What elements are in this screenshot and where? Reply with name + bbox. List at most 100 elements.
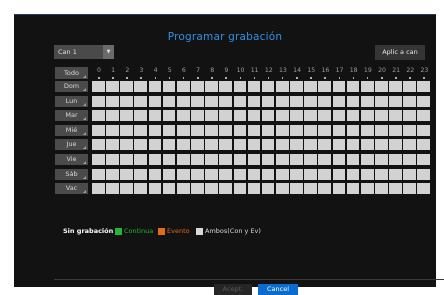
schedule-cell[interactable] — [162, 110, 176, 122]
schedule-cell[interactable] — [233, 124, 247, 136]
schedule-cell[interactable] — [290, 124, 303, 136]
schedule-cell[interactable] — [176, 183, 190, 195]
hour-label[interactable]: 7 — [191, 67, 205, 74]
schedule-cell[interactable] — [106, 81, 119, 92]
schedule-cell[interactable] — [346, 139, 360, 151]
schedule-cell[interactable] — [106, 183, 119, 195]
schedule-cell[interactable] — [134, 81, 148, 92]
day-row-button[interactable]: Vie — [55, 154, 88, 165]
schedule-cell[interactable] — [275, 95, 289, 107]
hour-label[interactable]: 8 — [205, 67, 219, 74]
schedule-cell[interactable] — [389, 183, 402, 195]
schedule-cell[interactable] — [318, 168, 332, 180]
schedule-cell[interactable] — [403, 183, 416, 195]
schedule-cell[interactable] — [134, 139, 148, 151]
hour-label[interactable]: 4 — [149, 67, 163, 74]
schedule-cell[interactable] — [417, 168, 431, 180]
schedule-cell[interactable] — [360, 95, 374, 107]
schedule-cell[interactable] — [275, 124, 289, 136]
hour-label[interactable]: 17 — [333, 67, 347, 74]
schedule-cell[interactable] — [318, 183, 332, 195]
schedule-cell[interactable] — [403, 124, 416, 136]
schedule-cell[interactable] — [375, 154, 388, 165]
schedule-cell[interactable] — [304, 168, 317, 180]
schedule-cell[interactable] — [205, 168, 218, 180]
hour-label[interactable]: 1 — [106, 67, 120, 74]
schedule-cell[interactable] — [162, 183, 176, 195]
schedule-cell[interactable] — [120, 139, 133, 151]
schedule-cell[interactable] — [219, 124, 233, 136]
hour-label[interactable]: 11 — [248, 67, 262, 74]
schedule-cell[interactable] — [106, 139, 119, 151]
schedule-cell[interactable] — [148, 81, 162, 92]
schedule-cell[interactable] — [304, 81, 317, 92]
schedule-cell[interactable] — [318, 110, 332, 122]
hour-label[interactable]: 15 — [304, 67, 318, 74]
schedule-cell[interactable] — [92, 110, 105, 122]
day-row-button[interactable]: Jue — [55, 139, 88, 151]
hour-label[interactable]: 16 — [318, 67, 332, 74]
schedule-cell[interactable] — [332, 95, 346, 107]
schedule-cell[interactable] — [134, 183, 148, 195]
schedule-cell[interactable] — [389, 139, 402, 151]
schedule-cell[interactable] — [403, 139, 416, 151]
day-row-button[interactable]: Lun — [55, 95, 88, 107]
schedule-cell[interactable] — [290, 139, 303, 151]
all-days-button[interactable]: Todo — [55, 67, 88, 79]
schedule-cell[interactable] — [106, 154, 119, 165]
schedule-cell[interactable] — [176, 139, 190, 151]
schedule-cell[interactable] — [389, 110, 402, 122]
schedule-cell[interactable] — [148, 168, 162, 180]
schedule-cell[interactable] — [375, 168, 388, 180]
schedule-cell[interactable] — [403, 154, 416, 165]
schedule-cell[interactable] — [304, 154, 317, 165]
schedule-cell[interactable] — [332, 110, 346, 122]
schedule-cell[interactable] — [360, 154, 374, 165]
schedule-cell[interactable] — [375, 124, 388, 136]
schedule-cell[interactable] — [389, 124, 402, 136]
schedule-cell[interactable] — [360, 183, 374, 195]
schedule-cell[interactable] — [233, 110, 247, 122]
schedule-cell[interactable] — [275, 154, 289, 165]
schedule-cell[interactable] — [191, 95, 204, 107]
hour-label[interactable]: 22 — [403, 67, 417, 74]
schedule-cell[interactable] — [176, 110, 190, 122]
hour-label[interactable]: 6 — [177, 67, 191, 74]
schedule-cell[interactable] — [261, 183, 275, 195]
day-row-button[interactable]: Dom — [55, 81, 88, 92]
schedule-cell[interactable] — [219, 95, 233, 107]
schedule-cell[interactable] — [162, 168, 176, 180]
schedule-cell[interactable] — [261, 168, 275, 180]
schedule-cell[interactable] — [332, 124, 346, 136]
schedule-cell[interactable] — [332, 183, 346, 195]
schedule-cell[interactable] — [346, 110, 360, 122]
schedule-cell[interactable] — [134, 110, 148, 122]
schedule-cell[interactable] — [92, 168, 105, 180]
schedule-cell[interactable] — [332, 154, 346, 165]
schedule-cell[interactable] — [375, 183, 388, 195]
schedule-cell[interactable] — [332, 139, 346, 151]
schedule-cell[interactable] — [290, 110, 303, 122]
schedule-cell[interactable] — [304, 95, 317, 107]
schedule-cell[interactable] — [290, 81, 303, 92]
hour-label[interactable]: 3 — [134, 67, 148, 74]
schedule-cell[interactable] — [417, 81, 431, 92]
schedule-cell[interactable] — [332, 81, 346, 92]
schedule-cell[interactable] — [92, 183, 105, 195]
apply-to-channel-button[interactable]: Aplic a can — [375, 45, 425, 60]
schedule-cell[interactable] — [120, 95, 133, 107]
schedule-cell[interactable] — [176, 124, 190, 136]
hour-label[interactable]: 18 — [347, 67, 361, 74]
schedule-cell[interactable] — [389, 81, 402, 92]
schedule-cell[interactable] — [219, 139, 233, 151]
schedule-cell[interactable] — [375, 81, 388, 92]
schedule-cell[interactable] — [290, 95, 303, 107]
schedule-cell[interactable] — [346, 154, 360, 165]
schedule-cell[interactable] — [375, 139, 388, 151]
schedule-cell[interactable] — [134, 95, 148, 107]
schedule-cell[interactable] — [219, 110, 233, 122]
schedule-cell[interactable] — [275, 168, 289, 180]
schedule-cell[interactable] — [191, 168, 204, 180]
hour-label[interactable]: 20 — [375, 67, 389, 74]
schedule-cell[interactable] — [106, 95, 119, 107]
